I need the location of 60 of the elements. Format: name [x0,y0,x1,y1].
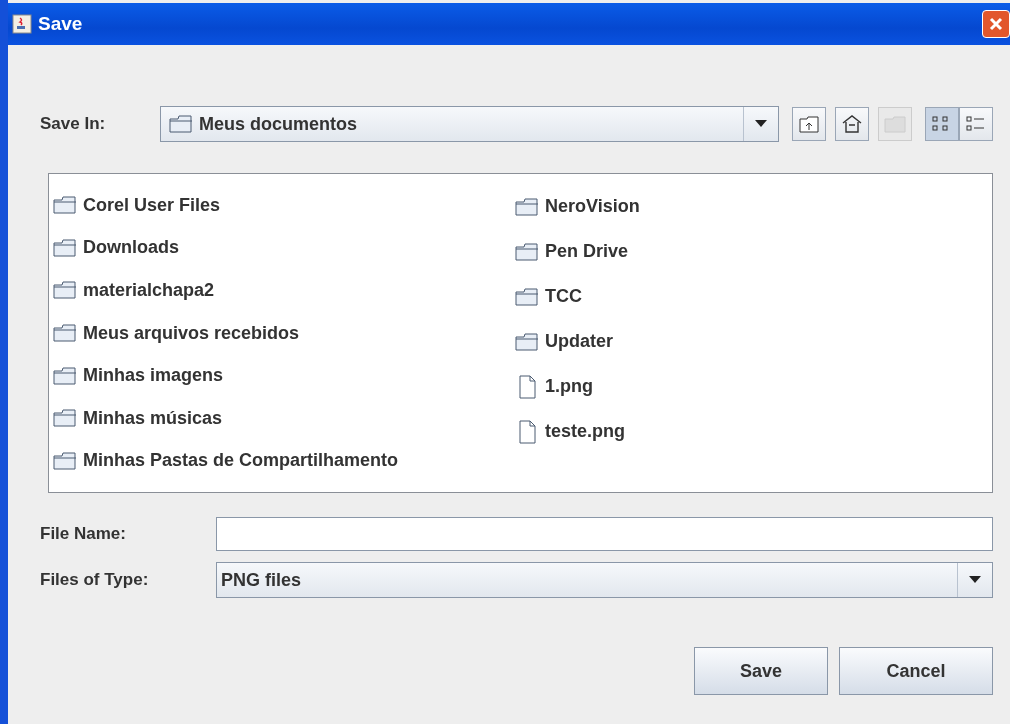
close-icon [988,16,1004,32]
file-list-item[interactable]: TCC [515,274,977,319]
up-view-button[interactable] [792,107,826,141]
folder-up-icon [799,115,819,133]
file-name: Minhas Pastas de Compartilhamento [83,450,399,472]
file-name: TCC [545,286,582,307]
file-name: teste.png [545,421,625,442]
file-list-item[interactable]: Pen Drive [515,229,977,274]
details-view-icon [966,115,986,133]
file-type-dropdown[interactable]: PNG files [216,562,993,598]
file-name: NeroVision [545,196,640,217]
file-name-field[interactable] [216,517,993,551]
file-list-item[interactable]: materialchapa2 [53,269,515,312]
folder-icon [884,115,906,133]
file-list-item[interactable]: Minhas imagens [53,354,515,397]
folder-icon [53,366,77,385]
folder-icon [53,238,77,257]
file-list-item[interactable]: Minhas músicas [53,396,515,440]
file-name-label: File Name: [40,524,127,544]
coffee-cup-icon [12,14,32,34]
file-list-item[interactable]: Updater [515,319,977,364]
file-name: Meus arquivos recebidos [83,322,300,344]
file-list-item[interactable]: Downloads [53,226,515,270]
cancel-button[interactable]: Cancel [839,647,993,695]
file-type-label: Files of Type: [40,570,150,590]
folder-icon [515,332,539,351]
file-list-item[interactable]: NeroVision [515,184,977,229]
file-name: Pen Drive [545,241,629,262]
home-icon [842,114,862,134]
folder-icon [53,324,77,342]
folder-icon [515,242,539,261]
folder-icon [53,196,77,215]
folder-icon [53,409,77,428]
close-button[interactable] [982,10,1010,38]
file-name: Updater [545,331,613,352]
details-view-button[interactable] [959,107,993,141]
file-name: materialchapa2 [83,279,215,301]
window-title: Save [38,13,83,35]
list-view-button[interactable] [925,107,959,141]
folder-icon [53,451,77,470]
file-list-item[interactable]: 1.png [515,364,977,409]
folder-icon [515,287,539,306]
file-list-item[interactable]: Minhas Pastas de Compartilhamento [53,439,515,483]
folder-icon [169,115,193,133]
file-type-value: PNG files [221,569,303,591]
save-in-dropdown[interactable]: Meus documentos [160,106,779,142]
save-in-value: Meus documentos [199,113,359,135]
file-name: Downloads [83,237,179,259]
file-list-item[interactable]: Corel User Files [53,184,515,227]
file-name: Corel User Files [83,194,221,216]
file-name: Minhas músicas [83,407,223,429]
folder-icon [515,197,539,216]
save-in-label: Save In: [40,114,107,134]
file-name: Minhas imagens [83,365,224,387]
file-name: 1.png [545,376,593,397]
folder-icon [53,281,77,300]
file-list-item[interactable]: teste.png [515,409,977,454]
home-view-button[interactable] [835,107,869,141]
save-button[interactable]: Save [694,647,828,695]
file-list-item[interactable]: Meus arquivos recebidos [53,311,515,355]
